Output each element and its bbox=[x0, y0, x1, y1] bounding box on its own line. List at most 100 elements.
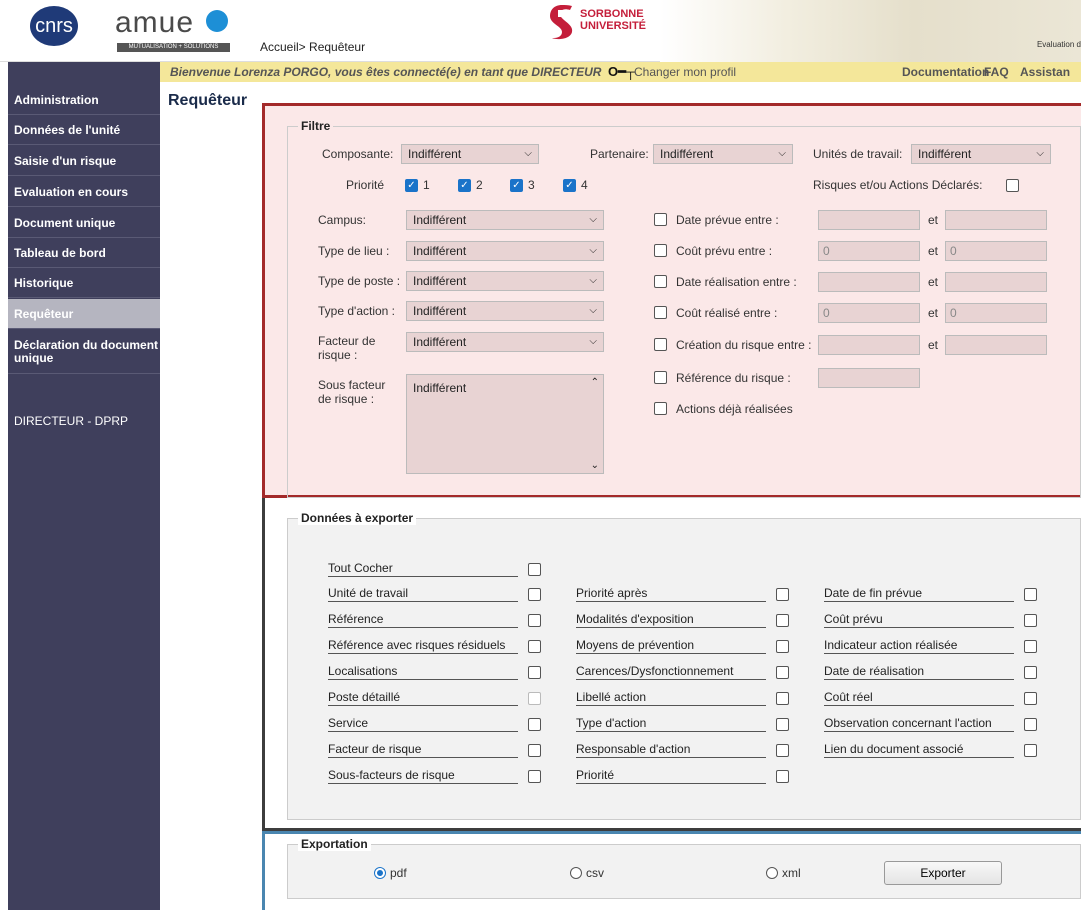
export-item-checkbox[interactable] bbox=[776, 614, 789, 627]
faq-link[interactable]: FAQ bbox=[984, 62, 1009, 82]
cout-prevu-checkbox[interactable] bbox=[654, 244, 667, 257]
campus-select[interactable]: Indifférent ⌵ bbox=[406, 210, 604, 230]
export-item-checkbox[interactable] bbox=[1024, 666, 1037, 679]
reference-risque-input[interactable] bbox=[818, 368, 920, 388]
date-prevue-min-input[interactable] bbox=[818, 210, 920, 230]
composante-select[interactable]: Indifférent ⌵ bbox=[401, 144, 539, 164]
welcome-bar: Bienvenue Lorenza PORGO, vous êtes conne… bbox=[160, 62, 1081, 82]
export-item-checkbox[interactable] bbox=[776, 692, 789, 705]
export-item-checkbox[interactable] bbox=[528, 692, 541, 705]
priorite-3-checkbox[interactable]: ✓ bbox=[510, 179, 523, 192]
sidebar-item-administration[interactable]: Administration bbox=[8, 85, 160, 115]
facteur-select[interactable]: Indifférent ⌵ bbox=[406, 332, 604, 352]
export-item-checkbox[interactable] bbox=[776, 588, 789, 601]
export-item-checkbox[interactable] bbox=[528, 744, 541, 757]
key-icon[interactable]: O━┬ bbox=[608, 62, 635, 82]
sidebar-item-evaluation[interactable]: Evaluation en cours bbox=[8, 177, 160, 207]
export-item-checkbox[interactable] bbox=[528, 640, 541, 653]
cout-realise-max-input[interactable]: 0 bbox=[945, 303, 1047, 323]
sidebar-item-declaration[interactable]: Déclaration du document unique bbox=[8, 330, 160, 374]
priorite-2-label: 2 bbox=[476, 178, 483, 192]
type-poste-select[interactable]: Indifférent ⌵ bbox=[406, 271, 604, 291]
type-lieu-value: Indifférent bbox=[413, 244, 467, 258]
creation-risque-max-input[interactable] bbox=[945, 335, 1047, 355]
cout-prevu-min-input[interactable]: 0 bbox=[818, 241, 920, 261]
unites-travail-select[interactable]: Indifférent ⌵ bbox=[911, 144, 1051, 164]
date-realisation-max-input[interactable] bbox=[945, 272, 1047, 292]
export-item-checkbox[interactable] bbox=[528, 614, 541, 627]
sidebar-item-historique[interactable]: Historique bbox=[8, 268, 160, 298]
export-item-checkbox[interactable] bbox=[1024, 692, 1037, 705]
sous-facteur-listbox[interactable]: Indifférent ⌃ ⌄ bbox=[406, 374, 604, 474]
export-item-checkbox[interactable] bbox=[528, 770, 541, 783]
actions-realisees-checkbox[interactable] bbox=[654, 402, 667, 415]
export-item-label: Poste détaillé bbox=[328, 690, 518, 706]
chevron-down-icon: ⌵ bbox=[524, 148, 532, 159]
priorite-2-checkbox[interactable]: ✓ bbox=[458, 179, 471, 192]
export-item-checkbox[interactable] bbox=[776, 640, 789, 653]
cout-realise-min-input[interactable]: 0 bbox=[818, 303, 920, 323]
sous-facteur-label: Sous facteur de risque : bbox=[318, 378, 386, 406]
documentation-link[interactable]: Documentation bbox=[902, 62, 989, 82]
sidebar-item-donnees-unite[interactable]: Données de l'unité bbox=[8, 115, 160, 145]
scroll-up-icon[interactable]: ⌃ bbox=[591, 377, 599, 388]
cnrs-logo[interactable]: cnrs bbox=[30, 6, 78, 46]
priorite-1-checkbox[interactable]: ✓ bbox=[405, 179, 418, 192]
csv-radio[interactable] bbox=[570, 867, 582, 879]
export-item-label: Sous-facteurs de risque bbox=[328, 768, 518, 784]
cout-prevu-max-input[interactable]: 0 bbox=[945, 241, 1047, 261]
chevron-down-icon: ⌵ bbox=[778, 148, 786, 159]
risques-declares-checkbox[interactable] bbox=[1006, 179, 1019, 192]
export-item-checkbox[interactable] bbox=[1024, 744, 1037, 757]
export-item-checkbox[interactable] bbox=[1024, 614, 1037, 627]
sidebar-item-saisie-risque[interactable]: Saisie d'un risque bbox=[8, 146, 160, 176]
sidebar-item-document-unique[interactable]: Document unique bbox=[8, 208, 160, 238]
type-poste-value: Indifférent bbox=[413, 274, 467, 288]
export-data-fieldset: Données à exporter Tout Cocher Unité de … bbox=[287, 511, 1081, 820]
date-realisation-checkbox[interactable] bbox=[654, 275, 667, 288]
sous-facteur-option[interactable]: Indifférent bbox=[413, 381, 466, 395]
creation-risque-min-input[interactable] bbox=[818, 335, 920, 355]
export-item-checkbox[interactable] bbox=[528, 666, 541, 679]
export-item-checkbox[interactable] bbox=[776, 666, 789, 679]
cout-realise-checkbox[interactable] bbox=[654, 306, 667, 319]
reference-risque-checkbox[interactable] bbox=[654, 371, 667, 384]
export-item-checkbox[interactable] bbox=[1024, 588, 1037, 601]
export-item-checkbox[interactable] bbox=[776, 770, 789, 783]
export-item-checkbox[interactable] bbox=[1024, 640, 1037, 653]
export-item-checkbox[interactable] bbox=[1024, 718, 1037, 731]
creation-risque-checkbox[interactable] bbox=[654, 338, 667, 351]
amue-logo[interactable]: amue bbox=[115, 6, 194, 40]
type-action-select[interactable]: Indifférent ⌵ bbox=[406, 301, 604, 321]
assistance-link[interactable]: Assistan bbox=[1020, 62, 1070, 82]
date-prevue-checkbox[interactable] bbox=[654, 213, 667, 226]
export-item-checkbox[interactable] bbox=[776, 718, 789, 731]
welcome-text: Bienvenue Lorenza PORGO, vous êtes conne… bbox=[170, 65, 602, 79]
export-item-checkbox[interactable] bbox=[776, 744, 789, 757]
filter-panel: Filtre Composante: Indifférent ⌵ Partenai… bbox=[262, 103, 1081, 498]
tout-cocher-checkbox[interactable] bbox=[528, 563, 541, 576]
xml-radio[interactable] bbox=[766, 867, 778, 879]
priorite-4-checkbox[interactable]: ✓ bbox=[563, 179, 576, 192]
et-label: et bbox=[928, 306, 939, 320]
type-lieu-select[interactable]: Indifférent ⌵ bbox=[406, 241, 604, 261]
sidebar-item-tableau-bord[interactable]: Tableau de bord bbox=[8, 238, 160, 268]
pdf-radio[interactable] bbox=[374, 867, 386, 879]
date-realisation-min-input[interactable] bbox=[818, 272, 920, 292]
actions-realisees-label: Actions déjà réalisées bbox=[676, 402, 793, 416]
tout-cocher-link[interactable]: Tout Cocher bbox=[328, 561, 518, 577]
chevron-down-icon: ⌵ bbox=[589, 245, 597, 256]
sidebar-item-requeteur[interactable]: Requêteur bbox=[8, 299, 160, 329]
scroll-down-icon[interactable]: ⌄ bbox=[591, 460, 599, 471]
export-button[interactable]: Exporter bbox=[884, 861, 1002, 885]
partenaire-select[interactable]: Indifférent ⌵ bbox=[653, 144, 793, 164]
export-item-label: Moyens de prévention bbox=[576, 638, 766, 654]
header-banner-image: Evaluation d bbox=[660, 0, 1081, 62]
chevron-down-icon: ⌵ bbox=[589, 214, 597, 225]
change-profile-link[interactable]: Changer mon profil bbox=[634, 62, 736, 82]
export-item-label: Référence avec risques résiduels bbox=[328, 638, 518, 654]
export-item-checkbox[interactable] bbox=[528, 588, 541, 601]
breadcrumb[interactable]: Accueil> Requêteur bbox=[260, 40, 365, 54]
date-prevue-max-input[interactable] bbox=[945, 210, 1047, 230]
export-item-checkbox[interactable] bbox=[528, 718, 541, 731]
